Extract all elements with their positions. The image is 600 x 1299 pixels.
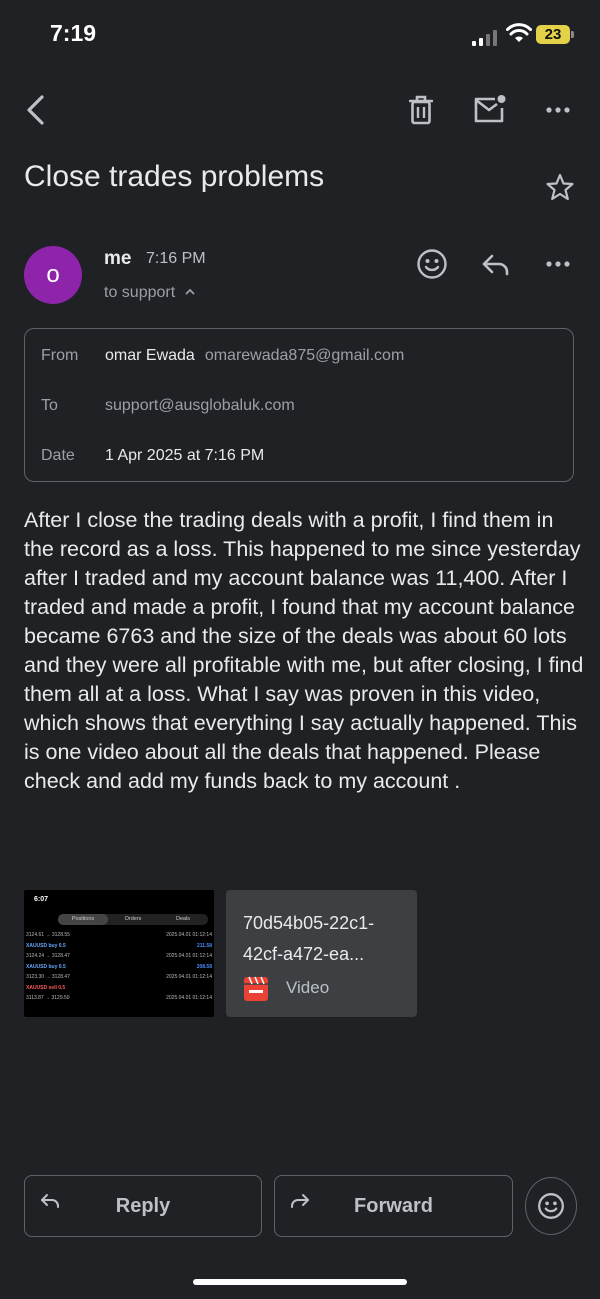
to-label: To (41, 397, 58, 414)
message-details: From omar Ewada omarewada875@gmail.com To… (24, 328, 574, 482)
react-button[interactable] (525, 1177, 577, 1235)
thumbnail-tab: Orders (124, 916, 142, 922)
sender-avatar[interactable]: o (24, 246, 82, 304)
star-button[interactable] (542, 170, 578, 204)
thumbnail-tab: Deals (175, 916, 191, 922)
battery-indicator: 23 (536, 25, 570, 44)
thumbnail-row: 3113.87 → 3129.50 2025.04.01 01:12:14 (26, 995, 212, 1001)
sender-name: me (104, 248, 132, 269)
thumbnail-row: XAUUSD buy 0.5 208.58 (26, 963, 212, 970)
thumbnail-row: 3123.30 → 3128.47 2025.04.01 01:12:14 (26, 974, 212, 980)
date-label: Date (41, 447, 75, 464)
forward-button[interactable]: Forward (274, 1175, 513, 1237)
chevron-up-icon (184, 288, 195, 295)
thumbnail-rows: 3124.61 → 3128.55 2025.04.01 01:12:14 XAU… (26, 930, 212, 1004)
star-icon (546, 173, 574, 201)
more-icon (546, 107, 570, 113)
more-options-button[interactable] (540, 96, 576, 124)
thumbnail-row: 3124.61 → 3128.55 2025.04.01 01:12:14 (26, 932, 212, 938)
cellular-signal-icon (472, 30, 500, 46)
reply-button[interactable]: Reply (24, 1175, 262, 1237)
thumbnail-tabs: Positions Orders Deals (58, 914, 208, 925)
wifi-icon (506, 23, 532, 42)
to-summary: to support (104, 284, 176, 301)
add-reaction-button[interactable] (414, 246, 450, 282)
emoji-icon (417, 249, 447, 279)
back-icon (27, 95, 44, 125)
thumbnail-tab: Positions (58, 914, 108, 925)
thumbnail-row: 3124.24 → 3128.47 2025.04.01 01:12:14 (26, 953, 212, 959)
home-indicator[interactable] (193, 1279, 407, 1285)
video-icon (244, 976, 268, 1001)
from-email[interactable]: omarewada875@gmail.com (205, 347, 404, 364)
reply-icon (482, 254, 509, 276)
from-value: omar Ewada omarewada875@gmail.com (105, 347, 404, 365)
emoji-icon (538, 1193, 564, 1219)
video-thumbnail[interactable]: 6:07 Positions Orders Deals 3124.61 → 31… (24, 890, 214, 1017)
date-value: 1 Apr 2025 at 7:16 PM (105, 447, 265, 464)
reply-icon-button[interactable] (478, 248, 514, 280)
thumbnail-time: 6:07 (34, 896, 49, 903)
back-button[interactable] (18, 90, 52, 130)
email-body: After I close the trading deals with a p… (24, 508, 584, 793)
thumbnail-row: XAUUSD buy 0.5 211.58 (26, 942, 212, 949)
message-more-button[interactable] (540, 250, 576, 278)
attachment-type: Video (286, 978, 330, 997)
status-time: 7:19 (50, 20, 97, 46)
video-attachment-card[interactable]: 70d54b05-22c1-42cf-a472-ea... Video (226, 890, 417, 1017)
battery-tip (571, 31, 574, 38)
from-label: From (41, 347, 79, 364)
mark-unread-icon (474, 95, 506, 123)
mark-unread-button[interactable] (472, 92, 508, 126)
reply-label: Reply (115, 1195, 171, 1217)
recipients-toggle[interactable]: to support (104, 284, 196, 302)
to-value[interactable]: support@ausglobaluk.com (105, 397, 295, 415)
attachment-name: 70d54b05-22c1-42cf-a472-ea... (243, 913, 375, 964)
sent-time: 7:16 PM (146, 250, 206, 267)
forward-label: Forward (354, 1195, 433, 1217)
more-icon (546, 261, 570, 267)
email-subject: Close trades problems (24, 160, 325, 193)
delete-button[interactable] (404, 92, 438, 128)
trash-icon (409, 95, 433, 125)
from-name: omar Ewada (105, 347, 195, 364)
thumbnail-row: XAUUSD sell 0.5 (26, 984, 66, 991)
